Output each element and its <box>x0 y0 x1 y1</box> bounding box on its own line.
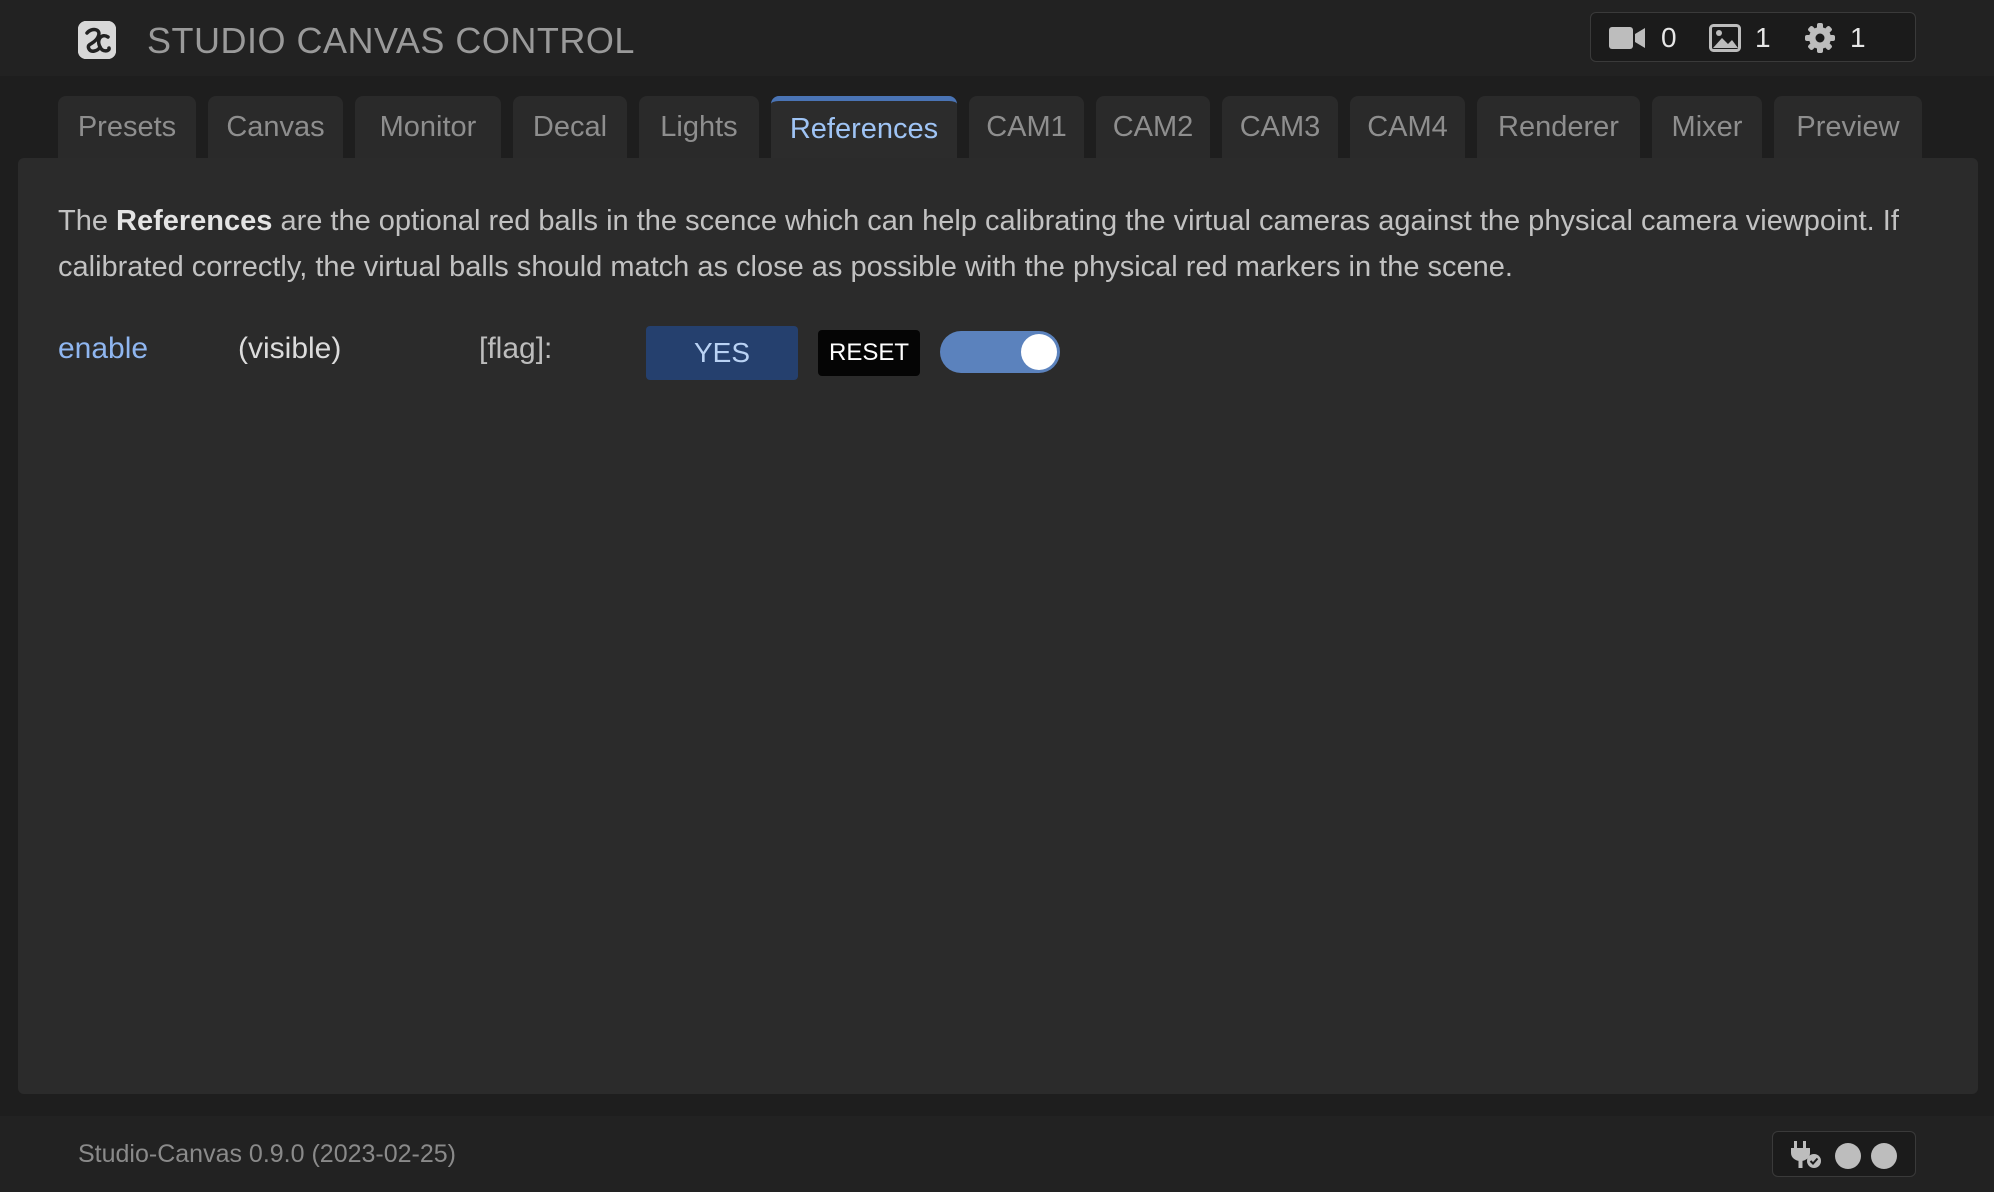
video-counter: 0 <box>1609 13 1677 63</box>
tab-cam2[interactable]: CAM2 <box>1096 96 1210 158</box>
version-text: Studio-Canvas 0.9.0 (2023-02-25) <box>78 1140 457 1168</box>
value-button[interactable]: YES <box>646 326 798 380</box>
tab-cam3[interactable]: CAM3 <box>1222 96 1338 158</box>
tab-monitor[interactable]: Monitor <box>355 96 501 158</box>
tab-decal[interactable]: Decal <box>513 96 627 158</box>
studio-canvas-logo-icon <box>78 21 116 59</box>
references-panel: The References are the optional red ball… <box>18 158 1978 1094</box>
app-header: STUDIO CANVAS CONTROL 0 1 1 <box>0 0 1994 76</box>
enable-toggle[interactable] <box>940 331 1060 373</box>
video-camera-icon <box>1609 25 1647 51</box>
tab-cam4[interactable]: CAM4 <box>1350 96 1465 158</box>
connection-status <box>1772 1131 1916 1177</box>
status-counters: 0 1 1 <box>1590 12 1916 62</box>
tab-presets[interactable]: Presets <box>58 96 196 158</box>
tab-lights[interactable]: Lights <box>639 96 759 158</box>
tab-references[interactable]: References <box>771 96 957 158</box>
plug-connected-icon <box>1789 1140 1823 1175</box>
settings-count: 1 <box>1850 22 1866 53</box>
tab-renderer[interactable]: Renderer <box>1477 96 1640 158</box>
tab-cam1[interactable]: CAM1 <box>969 96 1084 158</box>
tab-canvas[interactable]: Canvas <box>208 96 343 158</box>
reset-button[interactable]: RESET <box>818 330 920 376</box>
image-icon <box>1709 24 1741 52</box>
app-footer: Studio-Canvas 0.9.0 (2023-02-25) <box>0 1116 1994 1192</box>
status-dot <box>1835 1143 1861 1169</box>
description-prefix: The <box>58 205 117 237</box>
description-emphasis: References <box>116 205 273 237</box>
parameter-note: (visible) <box>238 332 342 365</box>
tab-bar: Presets Canvas Monitor Decal Lights Refe… <box>0 96 1994 158</box>
parameter-name: enable <box>58 332 149 365</box>
app-title: STUDIO CANVAS CONTROL <box>147 20 635 61</box>
image-count: 1 <box>1755 22 1771 53</box>
status-dot <box>1871 1143 1897 1169</box>
parameter-row-enable: enable (visible) [flag]: YES RESET <box>58 326 1060 380</box>
tab-preview[interactable]: Preview <box>1774 96 1922 158</box>
image-counter: 1 <box>1709 13 1771 63</box>
tab-mixer[interactable]: Mixer <box>1652 96 1762 158</box>
toggle-knob <box>1021 334 1057 370</box>
settings-counter: 1 <box>1804 13 1866 63</box>
panel-description: The References are the optional red ball… <box>58 198 1938 290</box>
description-suffix: are the optional red balls in the scence… <box>58 205 1899 283</box>
parameter-type: [flag]: <box>479 332 553 365</box>
video-count: 0 <box>1661 22 1677 53</box>
gear-icon <box>1804 22 1836 54</box>
